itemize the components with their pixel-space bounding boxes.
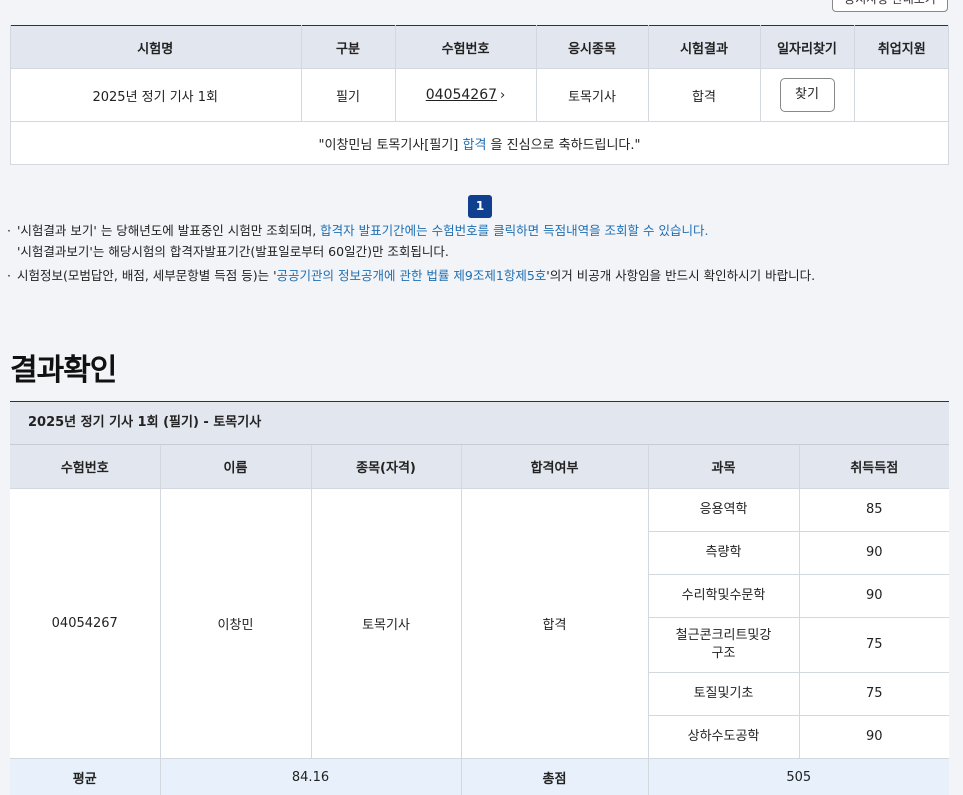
subject-cell: 토목기사 (536, 68, 649, 122)
notice-highlight: 공공기관의 정보공개에 관한 법률 제9조제1항제5호 (276, 268, 547, 283)
exam-name-cell: 2025년 정기 기사 1회 (10, 68, 302, 122)
header-exam-no: 수험번호 (395, 25, 537, 69)
average-label: 평균 (10, 757, 161, 795)
table-row: 04054267 이창민 토목기사 합격 응용역학 85 (10, 487, 949, 759)
result-exam-no: 04054267 (10, 487, 161, 759)
result-qualification: 토목기사 (310, 487, 462, 759)
result-header-row: 수험번호 이름 종목(자격) 합격여부 과목 취득득점 (10, 445, 949, 489)
subject-score: 90 (798, 573, 949, 618)
job-search-cell: 찾기 (760, 68, 855, 122)
header-subject: 응시종목 (536, 25, 649, 69)
exam-no-link[interactable]: 04054267 › (425, 87, 506, 103)
header-name: 이름 (159, 445, 312, 489)
header-exam-no: 수험번호 (10, 445, 161, 489)
notice-text: '시험결과 보기' 는 당해년도에 발표중인 시험만 조회되며, (17, 223, 321, 238)
subject-score: 90 (798, 714, 949, 759)
section-title: 결과확인 (10, 353, 117, 388)
congrats-message: "이창민님 토목기사[필기] 합격 을 진심으로 축하드립니다." (10, 121, 949, 165)
summary-row: 평균 84.16 총점 505 (10, 757, 949, 795)
header-pass: 합격여부 (460, 445, 649, 489)
total-label: 총점 (460, 757, 649, 795)
congrats-text-before: "이창민님 토목기사[필기] (318, 137, 463, 153)
exam-summary-header-row: 시험명 구분 수험번호 응시종목 시험결과 일자리찾기 취업지원 (10, 25, 949, 69)
subject-score: 85 (798, 487, 949, 532)
result-caption: 2025년 정기 기사 1회 (필기) - 토목기사 (10, 401, 949, 445)
header-employment-support: 취업지원 (854, 25, 949, 69)
notice-list: · '시험결과 보기' 는 당해년도에 발표중인 시험만 조회되며, 합격자 발… (7, 220, 957, 286)
header-result: 시험결과 (648, 25, 761, 69)
notice-line: 시험정보(모범답안, 배점, 세부문항별 득점 등)는 '공공기관의 정보공개에… (17, 265, 957, 286)
notice-text: 시험정보(모범답안, 배점, 세부문항별 득점 등)는 ' (17, 268, 277, 283)
notice-button[interactable]: 공지사항 안내보기 (832, 0, 948, 12)
header-qualification: 종목(자격) (310, 445, 462, 489)
table-row: 2025년 정기 기사 1회 필기 04054267 › 토목기사 합격 찾기 (10, 68, 949, 122)
notice-item: · 시험정보(모범답안, 배점, 세부문항별 득점 등)는 '공공기관의 정보공… (7, 265, 957, 286)
subject-name: 철근콘크리트및강구조 (648, 616, 800, 673)
header-job-search: 일자리찾기 (760, 25, 855, 69)
header-type: 구분 (301, 25, 396, 69)
notice-item: · '시험결과 보기' 는 당해년도에 발표중인 시험만 조회되며, 합격자 발… (7, 220, 957, 262)
bullet-icon: · (7, 268, 11, 283)
employment-support-cell (854, 68, 949, 122)
notice-line-2: '시험결과보기'는 해당시험의 합격자발표기간(발표일로부터 60일간)만 조회… (17, 244, 449, 259)
subject-name: 토질및기초 (648, 671, 800, 716)
congrats-row: "이창민님 토목기사[필기] 합격 을 진심으로 축하드립니다." (10, 121, 949, 165)
average-value: 84.16 (159, 757, 462, 795)
total-value: 505 (647, 757, 949, 795)
result-table: 수험번호 이름 종목(자격) 합격여부 과목 취득득점 04054267 이창민… (10, 445, 949, 795)
find-job-button[interactable]: 찾기 (779, 78, 835, 112)
pagination-page-1[interactable]: 1 (468, 195, 492, 218)
subject-score: 90 (798, 530, 949, 575)
header-exam-name: 시험명 (10, 25, 302, 69)
subject-name: 측량학 (648, 530, 800, 575)
notice-line: '시험결과 보기' 는 당해년도에 발표중인 시험만 조회되며, 합격자 발표기… (17, 220, 957, 241)
subject-name: 응용역학 (647, 487, 800, 532)
notice-highlight: 합격자 발표기간에는 수험번호를 클릭하면 득점내역을 조회할 수 있습니다. (320, 223, 709, 238)
subject-name: 상하수도공학 (648, 714, 800, 759)
subject-score: 75 (798, 671, 949, 716)
exam-no-text: 04054267 (425, 87, 498, 103)
notice-text: '의거 비공개 사항임을 반드시 확인하시기 바랍니다. (546, 268, 816, 283)
exam-summary-table: 시험명 구분 수험번호 응시종목 시험결과 일자리찾기 취업지원 2025년 정… (10, 25, 949, 165)
exam-type-cell: 필기 (301, 68, 396, 122)
subject-score: 75 (798, 616, 949, 673)
bullet-icon: · (7, 223, 11, 238)
subject-name: 수리학및수문학 (648, 573, 800, 618)
result-pass: 합격 (460, 487, 649, 759)
chevron-right-icon: › (500, 88, 506, 103)
header-score: 취득득점 (798, 445, 949, 489)
result-name: 이창민 (159, 487, 312, 759)
congrats-text-after: 을 진심으로 축하드립니다." (486, 137, 641, 153)
result-cell: 합격 (648, 68, 761, 122)
congrats-highlight: 합격 (462, 137, 487, 153)
exam-no-cell: 04054267 › (395, 68, 537, 122)
header-subject: 과목 (647, 445, 800, 489)
